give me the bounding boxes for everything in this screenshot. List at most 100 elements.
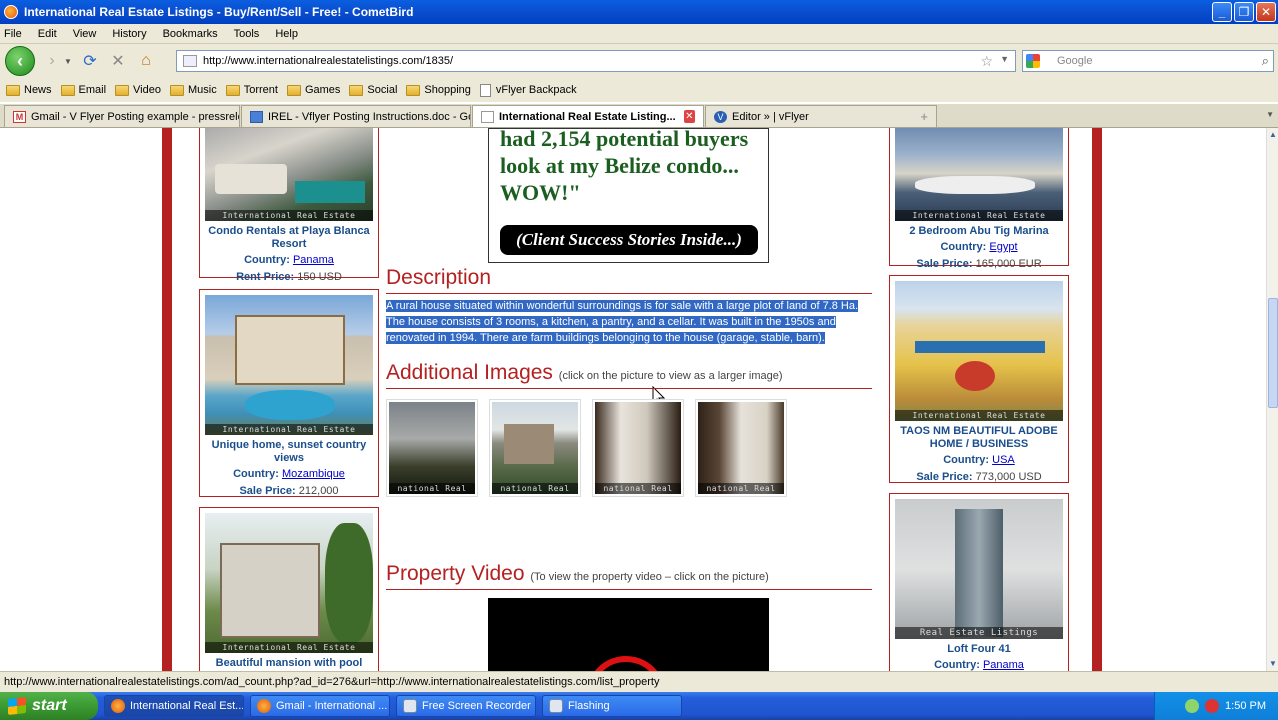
menu-history[interactable]: History: [112, 28, 146, 40]
listing-card[interactable]: International Real Estate Listings Condo…: [199, 128, 379, 283]
google-search-engine-icon[interactable]: [1026, 54, 1040, 68]
taskbar-item-screen-recorder[interactable]: Free Screen Recorder: [396, 695, 536, 717]
stop-button[interactable]: ✕: [107, 50, 129, 72]
listing-card[interactable]: International Real Estate Listings Uniqu…: [199, 289, 379, 497]
scrollbar-thumb[interactable]: [1268, 298, 1278, 408]
tab-irel-doc[interactable]: IREL - Vflyer Posting Instructions.doc -…: [241, 105, 471, 127]
menu-edit[interactable]: Edit: [38, 28, 57, 40]
menu-file[interactable]: File: [4, 28, 22, 40]
country-link[interactable]: Mozambique: [282, 468, 345, 480]
bookmark-social[interactable]: Social: [349, 84, 397, 96]
tab-gmail[interactable]: M Gmail - V Flyer Posting example - pres…: [4, 105, 240, 127]
new-tab-icon[interactable]: +: [920, 109, 928, 124]
search-input[interactable]: Google ⌕: [1022, 50, 1274, 72]
page-viewport[interactable]: International Real Estate Listings Condo…: [0, 128, 1266, 671]
testimonial-banner[interactable]: had 2,154 potential buyers look at my Be…: [488, 128, 769, 263]
house-shape: [220, 543, 320, 638]
listing-card[interactable]: International Real Estate Listings Beaut…: [199, 507, 379, 671]
minimize-button[interactable]: _: [1212, 2, 1232, 22]
vertical-scrollbar[interactable]: ▲ ▼: [1266, 128, 1278, 671]
menu-bookmarks[interactable]: Bookmarks: [163, 28, 218, 40]
additional-image-thumbnail[interactable]: national Real Estate Listings: [386, 399, 478, 497]
country-label: Country:: [934, 659, 980, 671]
photo-watermark: International Real Estate Listings: [895, 210, 1063, 221]
menu-help[interactable]: Help: [275, 28, 298, 40]
listing-title[interactable]: Unique home, sunset country views: [200, 439, 378, 465]
selected-text: A rural house situated within wonderful …: [386, 300, 859, 344]
country-link[interactable]: Panama: [293, 254, 334, 266]
additional-image-thumbnail[interactable]: national Real Estate Listings: [592, 399, 684, 497]
menu-tools[interactable]: Tools: [234, 28, 260, 40]
tab-vflyer-editor[interactable]: V Editor » | vFlyer +: [705, 105, 937, 127]
close-tab-icon[interactable]: ✕: [683, 110, 695, 123]
listing-title[interactable]: Condo Rentals at Playa Blanca Resort: [200, 225, 378, 251]
history-dropdown-icon[interactable]: ▼: [63, 50, 73, 72]
back-button[interactable]: ‹: [5, 46, 35, 76]
listing-card[interactable]: International Real Estate Listings TAOS …: [889, 275, 1069, 483]
listing-photo[interactable]: International Real Estate Listings: [895, 128, 1063, 221]
bookmark-vflyer-backpack[interactable]: vFlyer Backpack: [479, 83, 577, 97]
bookmark-star-icon[interactable]: ☆: [980, 53, 993, 70]
taskbar-item-gmail[interactable]: Gmail - International ...: [250, 695, 390, 717]
tab-international-real-estate[interactable]: International Real Estate Listing... ✕: [472, 105, 704, 127]
close-button[interactable]: ✕: [1256, 2, 1276, 22]
listing-title[interactable]: 2 Bedroom Abu Tig Marina: [890, 225, 1068, 238]
section-note: (click on the picture to view as a large…: [558, 370, 783, 382]
folder-icon: [286, 84, 301, 96]
bookmark-shopping[interactable]: Shopping: [406, 84, 471, 96]
bookmark-news[interactable]: News: [6, 84, 52, 96]
url-bar[interactable]: http://www.internationalrealestatelistin…: [176, 50, 1016, 72]
listing-photo[interactable]: International Real Estate Listings: [895, 281, 1063, 421]
bookmark-email[interactable]: Email: [60, 84, 106, 96]
home-button[interactable]: ⌂: [135, 50, 157, 72]
maximize-button[interactable]: ❐: [1234, 2, 1254, 22]
listing-photo[interactable]: Real Estate Listings: [895, 499, 1063, 639]
tab-list-icon[interactable]: ▼: [1266, 110, 1274, 119]
bookmark-games[interactable]: Games: [286, 84, 340, 96]
house-shape: [235, 315, 345, 385]
bookmark-label: News: [24, 84, 52, 96]
listing-title[interactable]: TAOS NM BEAUTIFUL ADOBE HOME / BUSINESS: [890, 425, 1068, 451]
bookmark-music[interactable]: Music: [169, 84, 217, 96]
menu-view[interactable]: View: [73, 28, 97, 40]
forward-button[interactable]: ›: [41, 50, 63, 72]
folder-icon: [169, 84, 184, 96]
listing-photo[interactable]: International Real Estate Listings: [205, 513, 373, 653]
photo-watermark: Real Estate Listings: [895, 627, 1063, 639]
security-alert-icon[interactable]: [1205, 699, 1220, 713]
taskbar-item-cometbird[interactable]: International Real Est...: [104, 695, 244, 717]
bookmark-torrent[interactable]: Torrent: [225, 84, 278, 96]
listing-card[interactable]: International Real Estate Listings 2 Bed…: [889, 128, 1069, 270]
scroll-down-icon[interactable]: ▼: [1267, 657, 1278, 669]
description-text[interactable]: A rural house situated within wonderful …: [386, 298, 872, 346]
url-dropdown-icon[interactable]: ▼: [1000, 54, 1009, 64]
start-button[interactable]: start: [0, 692, 98, 720]
task-label: Free Screen Recorder: [422, 700, 531, 712]
search-icon[interactable]: ⌕: [1262, 53, 1269, 69]
property-video-player[interactable]: [488, 598, 769, 671]
listing-photo[interactable]: International Real Estate Listings: [205, 295, 373, 435]
clock[interactable]: 1:50 PM: [1225, 700, 1266, 712]
scroll-up-icon[interactable]: ▲: [1267, 128, 1278, 140]
client-success-stories-button[interactable]: (Client Success Stories Inside...): [500, 225, 758, 255]
listing-photo[interactable]: International Real Estate Listings: [205, 128, 373, 221]
bookmark-video[interactable]: Video: [115, 84, 161, 96]
thumbnail-photo: national Real Estate Listings: [595, 402, 681, 494]
country-link[interactable]: USA: [992, 454, 1015, 466]
additional-image-thumbnail[interactable]: national Real Estate Listings: [489, 399, 581, 497]
browser-icon: [257, 699, 271, 713]
taskbar-item-flashing[interactable]: Flashing: [542, 695, 682, 717]
start-label: start: [32, 697, 67, 714]
property-video-heading: Property Video (To view the property vid…: [386, 562, 872, 590]
listing-title[interactable]: Loft Four 41: [890, 643, 1068, 656]
tab-label: IREL - Vflyer Posting Instructions.doc -…: [268, 110, 471, 123]
country-label: Country:: [244, 254, 290, 266]
country-link[interactable]: Egypt: [989, 241, 1017, 253]
country-link[interactable]: Panama: [983, 659, 1024, 671]
additional-image-thumbnail[interactable]: national Real Estate Listings: [695, 399, 787, 497]
listing-card[interactable]: Real Estate Listings Loft Four 41 Countr…: [889, 493, 1069, 671]
reload-button[interactable]: ⟳: [79, 50, 101, 72]
listing-title[interactable]: Beautiful mansion with pool: [200, 657, 378, 670]
price-value: 212,000: [298, 485, 339, 497]
network-icon[interactable]: [1185, 699, 1200, 713]
